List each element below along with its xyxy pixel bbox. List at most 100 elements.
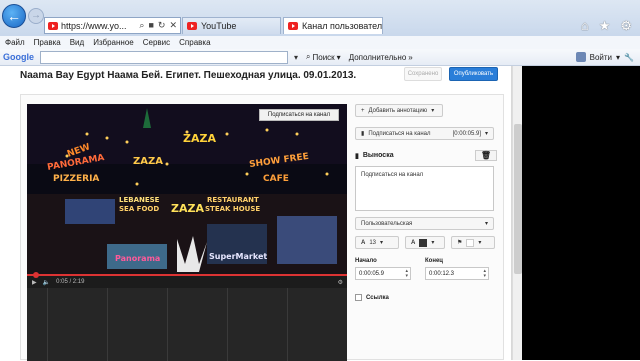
more-button[interactable]: Дополнительно »: [349, 53, 413, 62]
chevron-down-icon: ▾: [484, 131, 488, 137]
tab-youtube[interactable]: YouTube: [182, 17, 281, 34]
user-icon: [575, 52, 586, 62]
sign-supermarket: SuperMarket: [209, 252, 268, 261]
browser-chrome: ← → https://www.yo... ⌕ ■ ↻ ✕ YouTube Ка…: [0, 0, 640, 36]
timeline-marker: [227, 288, 228, 361]
search-icon: ⌕: [306, 52, 311, 61]
font-size-icon: A: [361, 239, 366, 246]
start-time-input[interactable]: 0:00:05.9 ▴ ▾: [355, 267, 411, 280]
page-title: Naama Bay Egypt Наама Бей. Египет. Пешех…: [20, 70, 357, 81]
annotation-name: Подписаться на канал: [368, 130, 431, 137]
sign-lebanese: LEBANESE: [119, 196, 160, 204]
page-scrollbar[interactable]: [512, 66, 522, 360]
chevron-down-icon: ▾: [478, 240, 482, 246]
settings-gear-icon[interactable]: ⚙: [338, 279, 343, 286]
favorites-star-icon[interactable]: ★: [599, 18, 611, 34]
annotation-selector[interactable]: ▮ Подписаться на канал [0:00:05.9] ▾: [355, 127, 494, 140]
annotation-callout-preview[interactable]: Подписаться на канал: [259, 109, 339, 121]
google-search-button[interactable]: ⌕ Поиск ▾: [306, 52, 341, 62]
time-display: 0:05 / 2:19: [56, 279, 85, 285]
annotation-time: [0:00:05.9]: [452, 130, 481, 137]
start-label: Начало: [355, 258, 377, 264]
player-controls: ▶ 🔈 0:05 / 2:19 ⚙: [27, 272, 347, 288]
menu-file[interactable]: Файл: [5, 38, 25, 47]
login-button[interactable]: Войти: [590, 53, 612, 62]
more-label: Дополнительно: [348, 52, 407, 62]
annotation-timeline[interactable]: [27, 288, 347, 361]
play-icon[interactable]: ▶: [32, 279, 37, 286]
end-label: Конец: [425, 258, 443, 264]
chevron-down-icon[interactable]: ▾: [616, 53, 620, 62]
sign-sea-food: SEA FOOD: [119, 205, 160, 213]
search-button-label: Поиск: [312, 52, 335, 62]
scroll-thumb[interactable]: [514, 124, 522, 274]
youtube-favicon-icon: [187, 22, 197, 30]
plus-icon: +: [361, 107, 365, 114]
google-logo: Google: [3, 52, 34, 62]
menu-edit[interactable]: Правка: [34, 38, 61, 47]
address-text: https://www.yo...: [61, 20, 127, 31]
tab-label: Канал пользователя к...: [302, 21, 383, 31]
fill-color-select[interactable]: ⚑ ▾: [451, 236, 495, 249]
menu-view[interactable]: Вид: [70, 38, 84, 47]
google-search-input[interactable]: [40, 50, 288, 64]
saved-button[interactable]: Сохранено: [404, 67, 442, 81]
end-time-input[interactable]: 0:00:12.3 ▴ ▾: [425, 267, 489, 280]
section-title: Выноска: [362, 152, 394, 159]
end-time-value: 0:00:12.3: [429, 270, 455, 277]
youtube-favicon-icon: [288, 22, 298, 30]
font-size-select[interactable]: A 13 ▾: [355, 236, 399, 249]
lock-icon[interactable]: ■: [148, 20, 153, 31]
chevron-down-icon: ▾: [380, 240, 384, 246]
link-label: Ссылка: [366, 294, 389, 301]
chevron-down-icon[interactable]: ▾: [294, 53, 298, 62]
sign-panorama-bottom: Panorama: [115, 254, 161, 263]
trash-icon[interactable]: 🗑: [474, 150, 497, 161]
tab-channel[interactable]: Канал пользователя к... ✕: [283, 17, 383, 34]
add-annotation-label: Добавить аннотацию: [368, 107, 428, 114]
sign-zaza-top: ZAZA: [183, 132, 216, 145]
speech-bubble-icon: ▮: [355, 152, 359, 160]
menu-tools[interactable]: Сервис: [143, 38, 170, 47]
settings-gear-icon[interactable]: ⚙: [620, 18, 632, 34]
sign-cafe: CAFE: [263, 174, 289, 184]
chevron-down-icon: ▾: [336, 52, 341, 62]
annotation-panel: + Добавить аннотацию ▾ ▮ Подписаться на …: [355, 104, 497, 301]
publish-button[interactable]: Опубликовать: [449, 67, 498, 81]
refresh-icon[interactable]: ↻: [158, 20, 166, 31]
add-annotation-button[interactable]: + Добавить аннотацию ▾: [355, 104, 443, 117]
close-icon[interactable]: ✕: [169, 20, 177, 31]
chevron-down-icon: ▾: [484, 221, 488, 227]
text-color-icon: A: [411, 239, 416, 246]
home-icon[interactable]: ⌂: [581, 18, 589, 34]
sign-pizzeria: PIZZERIA: [53, 174, 100, 184]
video-player[interactable]: NEW PANORAMA PIZZERIA ZAZA ZAZA SHOW FRE…: [27, 104, 347, 274]
chevron-down-icon: ▾: [431, 108, 435, 114]
volume-icon[interactable]: 🔈: [43, 279, 50, 286]
link-checkbox[interactable]: [355, 294, 362, 301]
search-icon[interactable]: ⌕: [139, 20, 144, 31]
google-toolbar: Google ▾ ⌕ Поиск ▾ Дополнительно » Войти…: [0, 49, 640, 66]
progress-knob[interactable]: [33, 272, 39, 278]
address-bar[interactable]: https://www.yo... ⌕ ■ ↻ ✕: [44, 17, 181, 34]
spinner-icon[interactable]: ▴ ▾: [405, 269, 408, 279]
text-color-swatch: [419, 238, 428, 247]
link-type-select[interactable]: Пользовательская ▾: [355, 217, 494, 230]
sign-zaza-left: ZAZA: [133, 156, 163, 167]
back-button[interactable]: ←: [2, 4, 26, 28]
spinner-icon[interactable]: ▴ ▾: [483, 269, 486, 279]
annotation-text-input[interactable]: Подписаться на канал: [355, 166, 494, 211]
wrench-icon[interactable]: 🔧: [624, 53, 634, 62]
video-frame: [27, 104, 347, 274]
chevron-down-icon: ▾: [431, 240, 435, 246]
text-color-select[interactable]: A ▾: [405, 236, 445, 249]
menu-favorites[interactable]: Избранное: [93, 38, 134, 47]
sign-steak-house: STEAK HOUSE: [205, 205, 261, 213]
forward-button[interactable]: →: [28, 8, 44, 24]
menu-help[interactable]: Справка: [179, 38, 210, 47]
youtube-favicon-icon: [48, 21, 58, 30]
callout-icon: ▮: [361, 131, 365, 137]
outside-area: [522, 66, 640, 360]
timeline-marker: [47, 288, 48, 361]
link-type-label: Пользовательская: [361, 220, 413, 227]
